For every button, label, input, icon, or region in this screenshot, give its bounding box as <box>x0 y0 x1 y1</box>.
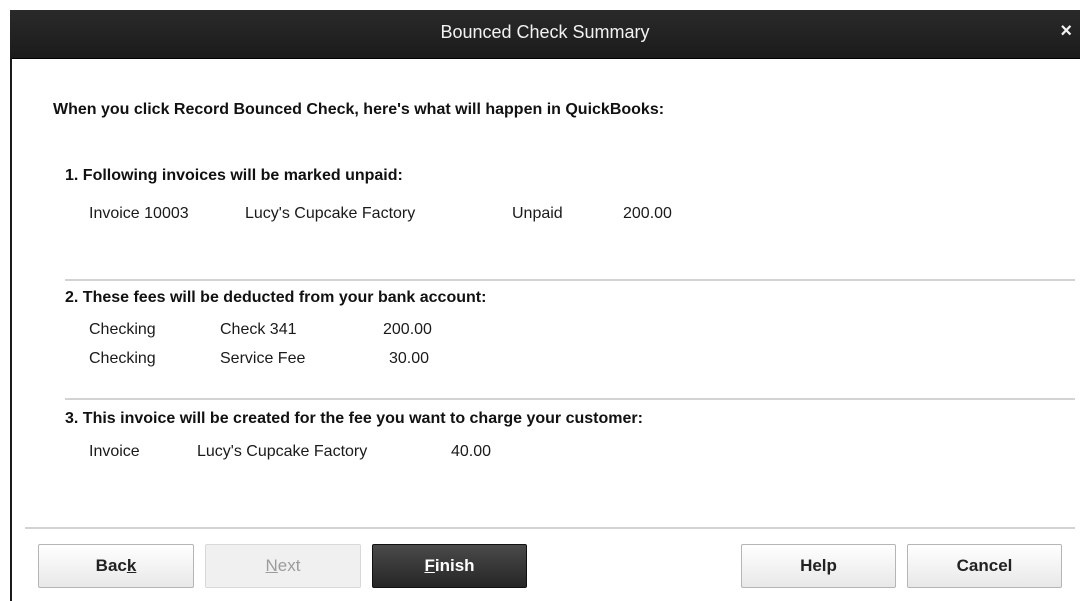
fee-item: Check 341 <box>220 321 297 338</box>
finish-hotkey: F <box>424 556 435 575</box>
customer-name: Lucy's Cupcake Factory <box>245 205 416 222</box>
fee-account: Checking <box>89 321 156 338</box>
next-button[interactable]: Next <box>205 544 361 588</box>
invoice-amount: 200.00 <box>623 205 672 222</box>
section-unpaid-invoices-title: 1. Following invoices will be marked unp… <box>65 167 403 184</box>
help-button[interactable]: Help <box>741 544 896 588</box>
window-left-border <box>10 58 12 601</box>
fee-item: Service Fee <box>220 350 306 367</box>
back-button[interactable]: Back <box>38 544 194 588</box>
footer-divider <box>25 527 1075 529</box>
next-label: ext <box>277 556 301 575</box>
title-bar: Bounced Check Summary × <box>10 10 1080 59</box>
section-new-invoice-title: 3. This invoice will be created for the … <box>65 410 643 427</box>
cancel-button[interactable]: Cancel <box>907 544 1062 588</box>
back-hotkey: k <box>126 556 137 575</box>
section-divider <box>65 398 1075 400</box>
new-invoice-amount: 40.00 <box>451 443 492 460</box>
next-hotkey: N <box>265 556 278 575</box>
summary-heading: When you click Record Bounced Check, her… <box>53 101 665 118</box>
section-bank-fees-title: 2. These fees will be deducted from your… <box>65 289 487 306</box>
close-icon[interactable]: × <box>1060 19 1072 43</box>
fee-amount: 30.00 <box>389 350 430 367</box>
new-invoice-customer: Lucy's Cupcake Factory <box>197 443 368 460</box>
invoice-number: Invoice 10003 <box>89 205 189 222</box>
window-title: Bounced Check Summary <box>440 22 650 42</box>
new-invoice-type: Invoice <box>89 443 140 460</box>
back-label: Bac <box>95 556 127 575</box>
finish-button[interactable]: Finish <box>372 544 527 588</box>
finish-label: inish <box>434 556 475 575</box>
section-divider <box>65 279 1075 281</box>
fee-account: Checking <box>89 350 156 367</box>
fee-amount: 200.00 <box>383 321 432 338</box>
invoice-status: Unpaid <box>512 205 563 222</box>
